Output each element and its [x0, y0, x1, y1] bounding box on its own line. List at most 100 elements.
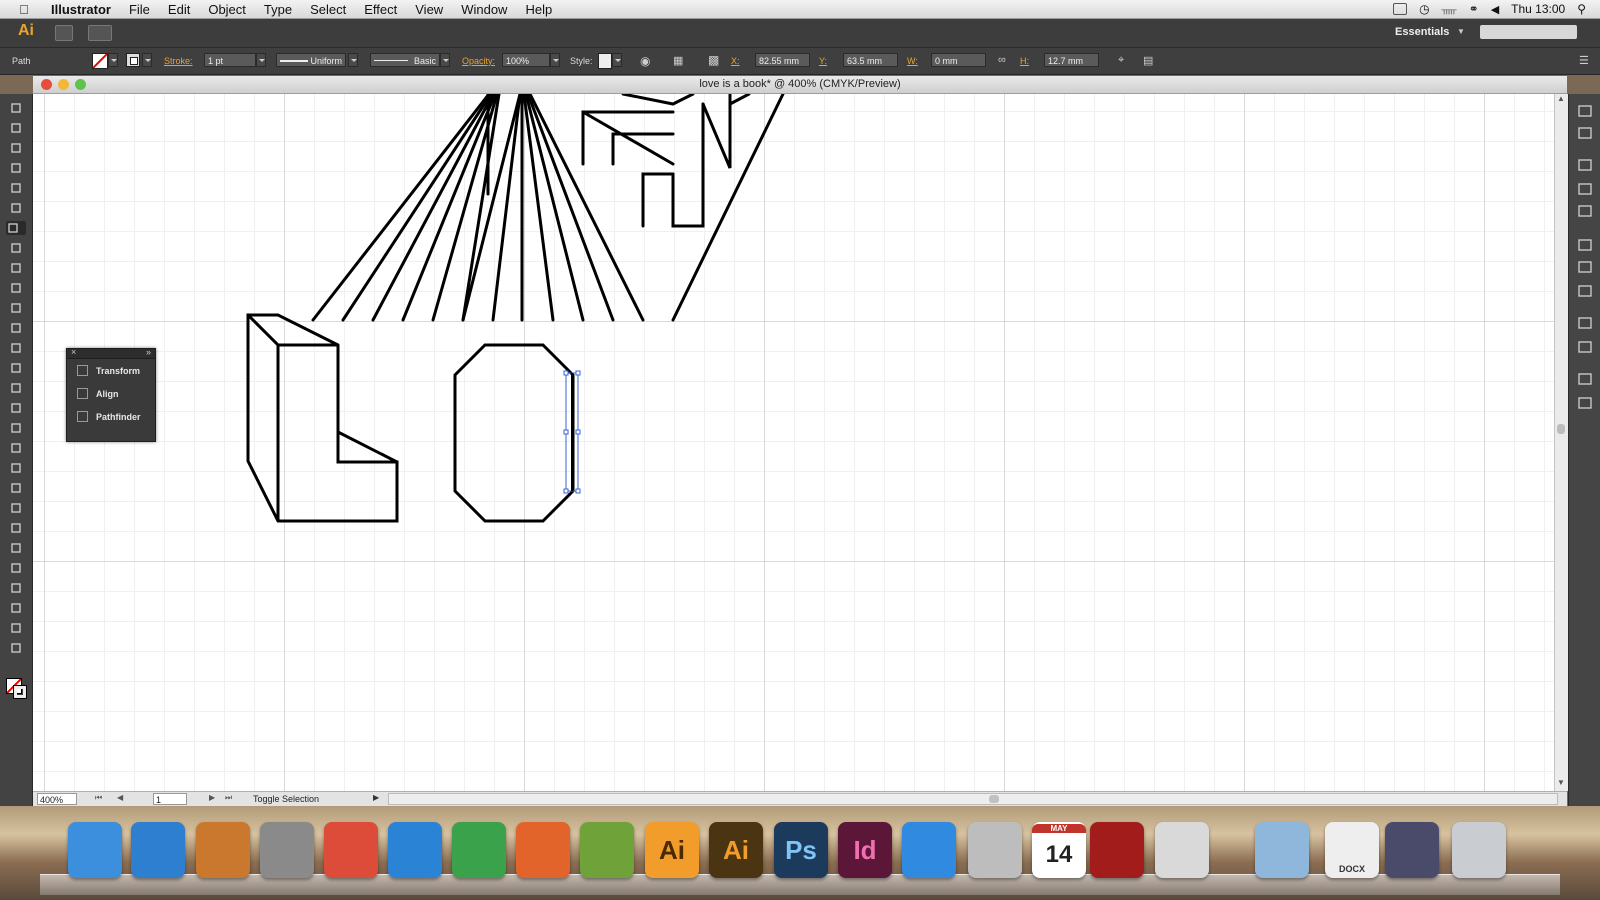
- pencil-tool-icon[interactable]: [9, 281, 23, 295]
- status-text[interactable]: Toggle Selection: [253, 794, 319, 804]
- menu-object[interactable]: Object: [199, 2, 255, 17]
- menu-type[interactable]: Type: [255, 2, 301, 17]
- shape-builder-tool-icon[interactable]: [9, 421, 23, 435]
- color-icon[interactable]: [1578, 126, 1592, 139]
- lasso-tool-icon[interactable]: [9, 161, 23, 175]
- folder-icon[interactable]: [1255, 822, 1309, 878]
- word-icon[interactable]: [388, 822, 442, 878]
- previous-page-icon[interactable]: ◀: [117, 793, 123, 802]
- y-field[interactable]: 63.5 mm: [843, 53, 898, 67]
- menu-file[interactable]: File: [120, 2, 159, 17]
- magic-wand-tool-icon[interactable]: [9, 141, 23, 155]
- next-page-icon[interactable]: ▶: [209, 793, 215, 802]
- time-machine-icon[interactable]: ◷: [1419, 2, 1429, 16]
- line-segment-tool-icon[interactable]: [6, 221, 26, 235]
- artboards-icon[interactable]: [1578, 396, 1592, 409]
- artboard-canvas[interactable]: [33, 94, 1554, 791]
- menu-app-name[interactable]: Illustrator: [42, 2, 120, 17]
- powerpoint-icon[interactable]: [516, 822, 570, 878]
- blend-tool-icon[interactable]: [9, 521, 23, 535]
- horizontal-scrollbar[interactable]: [388, 793, 1558, 805]
- clock[interactable]: Thu 13:00: [1511, 2, 1565, 16]
- minimize-window-button[interactable]: [58, 79, 69, 90]
- iphoto-icon[interactable]: [196, 822, 250, 878]
- paintbrush-tool-icon[interactable]: [9, 261, 23, 275]
- creature-icon[interactable]: [580, 822, 634, 878]
- status-menu-arrow-icon[interactable]: ▶: [373, 793, 379, 802]
- expand-panels-icon[interactable]: »: [146, 347, 151, 357]
- blob-brush-tool-icon[interactable]: [9, 301, 23, 315]
- scroll-up-icon[interactable]: ▲: [1557, 94, 1565, 103]
- page-field[interactable]: 1: [153, 793, 187, 805]
- stroke-swatch[interactable]: [126, 53, 140, 67]
- width-tool-icon[interactable]: [9, 381, 23, 395]
- artboard-tool-icon[interactable]: [9, 581, 23, 595]
- menu-help[interactable]: Help: [516, 2, 561, 17]
- constrain-proportions-icon[interactable]: ∞: [998, 54, 1006, 66]
- safari-icon[interactable]: [131, 822, 185, 878]
- vertical-scroll-thumb[interactable]: [1557, 424, 1565, 434]
- w-label[interactable]: W:: [907, 56, 918, 66]
- slice-tool-icon[interactable]: [9, 601, 23, 615]
- gradient-icon[interactable]: [1578, 260, 1592, 273]
- wifi-icon[interactable]: ⚭: [1469, 2, 1479, 16]
- docx-icon[interactable]: DOCX: [1325, 822, 1379, 878]
- chevron-down-icon[interactable]: ▼: [1457, 27, 1465, 36]
- x-field[interactable]: 82.55 mm: [755, 53, 810, 67]
- y-label[interactable]: Y:: [819, 56, 827, 66]
- style-dropdown[interactable]: [612, 53, 622, 67]
- panel-item-align[interactable]: Align: [67, 382, 155, 405]
- panel-item-pathfinder[interactable]: Pathfinder: [67, 405, 155, 428]
- stroke-dropdown[interactable]: [142, 53, 152, 67]
- opacity-field[interactable]: 100%: [502, 53, 550, 67]
- w-field[interactable]: 0 mm: [931, 53, 986, 67]
- gradient-tool-icon[interactable]: [9, 481, 23, 495]
- excel-icon[interactable]: [452, 822, 506, 878]
- profile-dropdown[interactable]: [348, 53, 358, 67]
- volume-icon[interactable]: ◀: [1491, 3, 1499, 16]
- panel-header[interactable]: × »: [67, 347, 155, 359]
- opacity-dropdown[interactable]: [550, 53, 560, 67]
- transparency-icon[interactable]: [1578, 284, 1592, 297]
- hand-tool-icon[interactable]: [9, 621, 23, 635]
- rotate-tool-icon[interactable]: [9, 341, 23, 355]
- transform-icon[interactable]: ⌖: [1118, 54, 1124, 67]
- zoom-tool-icon[interactable]: [9, 641, 23, 655]
- brushes-icon[interactable]: [1578, 182, 1592, 195]
- vertical-scrollbar[interactable]: ▲ ▼: [1554, 94, 1568, 791]
- recolor-artwork-icon[interactable]: ◉: [640, 54, 650, 68]
- h-label[interactable]: H:: [1020, 56, 1029, 66]
- workspace-switcher[interactable]: Essentials: [1395, 26, 1449, 38]
- spotlight-icon[interactable]: ⚲: [1577, 2, 1586, 16]
- menu-view[interactable]: View: [406, 2, 452, 17]
- illustrator-icon[interactable]: Ai: [709, 822, 763, 878]
- swatches-icon[interactable]: [1578, 158, 1592, 171]
- reference-point-icon[interactable]: ▩: [708, 53, 719, 67]
- scale-tool-icon[interactable]: [9, 361, 23, 375]
- stroke-label[interactable]: Stroke:: [164, 56, 193, 66]
- style-swatch[interactable]: [598, 53, 612, 69]
- bluetooth-icon[interactable]: ᚅ: [1442, 3, 1457, 16]
- selection-tool-icon[interactable]: [9, 101, 23, 115]
- chrome-icon[interactable]: [324, 822, 378, 878]
- photoshop-icon[interactable]: Ps: [774, 822, 828, 878]
- close-window-button[interactable]: [41, 79, 52, 90]
- zoom-field[interactable]: 400%: [37, 793, 77, 805]
- pen-tool-icon[interactable]: [9, 181, 23, 195]
- symbol-sprayer-tool-icon[interactable]: [9, 541, 23, 555]
- graphic-styles-icon[interactable]: [1578, 340, 1592, 353]
- fill-stroke-swatches[interactable]: [6, 678, 28, 700]
- stroke-icon[interactable]: [1578, 238, 1592, 251]
- horizontal-scroll-thumb[interactable]: [989, 795, 999, 803]
- appearance-icon[interactable]: [1578, 316, 1592, 329]
- menu-edit[interactable]: Edit: [159, 2, 199, 17]
- zoom-window-button[interactable]: [75, 79, 86, 90]
- fill-swatch[interactable]: [92, 53, 108, 69]
- menu-select[interactable]: Select: [301, 2, 355, 17]
- photobooth-icon[interactable]: [1090, 822, 1144, 878]
- type-tool-icon[interactable]: [9, 201, 23, 215]
- apple-icon[interactable]: : [14, 2, 34, 17]
- close-icon[interactable]: ×: [71, 347, 76, 357]
- direct-selection-tool-icon[interactable]: [9, 121, 23, 135]
- h-field[interactable]: 12.7 mm: [1044, 53, 1099, 67]
